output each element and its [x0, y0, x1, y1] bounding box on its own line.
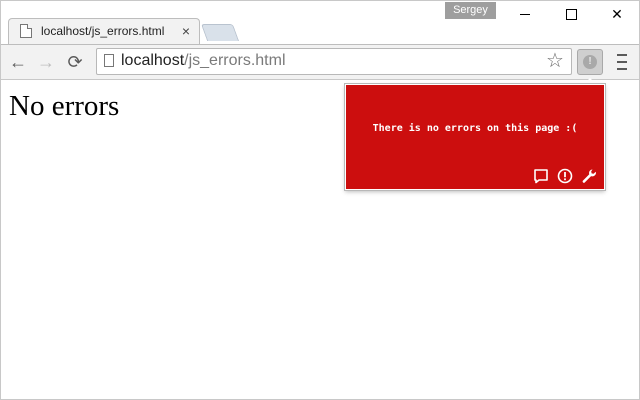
alert-icon: ! — [583, 55, 597, 69]
tab-content: localhost/js_errors.html × — [8, 18, 198, 44]
popup-actions — [532, 167, 598, 185]
reload-button[interactable]: ⟳ — [64, 52, 86, 72]
new-tab-button[interactable] — [200, 24, 240, 41]
page-info-icon[interactable] — [104, 54, 114, 67]
close-window-button[interactable]: ✕ — [594, 0, 640, 28]
minimize-button[interactable] — [502, 0, 548, 28]
tab-close-button[interactable]: × — [182, 24, 190, 38]
menu-icon-line — [617, 61, 627, 63]
alert-icon[interactable] — [556, 167, 574, 185]
profile-badge[interactable]: Sergey — [445, 2, 496, 19]
page-heading: No errors — [9, 90, 120, 122]
url-text[interactable]: localhost/js_errors.html — [121, 52, 286, 70]
tab-title: localhost/js_errors.html — [41, 24, 165, 38]
bookmark-star-icon[interactable]: ☆ — [546, 50, 564, 72]
url-host: localhost — [121, 52, 185, 69]
wrench-icon[interactable] — [580, 167, 598, 185]
back-button[interactable]: ← — [7, 52, 29, 72]
maximize-icon — [565, 8, 577, 20]
browser-menu-button[interactable] — [612, 54, 632, 70]
page-favicon-icon — [20, 24, 32, 38]
forward-button[interactable]: → — [35, 52, 57, 72]
menu-icon-line — [617, 68, 627, 70]
menu-icon-line — [617, 54, 627, 56]
js-errors-extension-button[interactable]: ! — [577, 49, 603, 75]
maximize-button[interactable] — [548, 0, 594, 28]
comment-icon[interactable] — [532, 167, 550, 185]
extension-popup: There is no errors on this page :( — [345, 84, 605, 190]
url-path: /js_errors.html — [184, 52, 286, 69]
minimize-icon — [520, 13, 530, 15]
popup-message: There is no errors on this page :( — [372, 123, 578, 134]
